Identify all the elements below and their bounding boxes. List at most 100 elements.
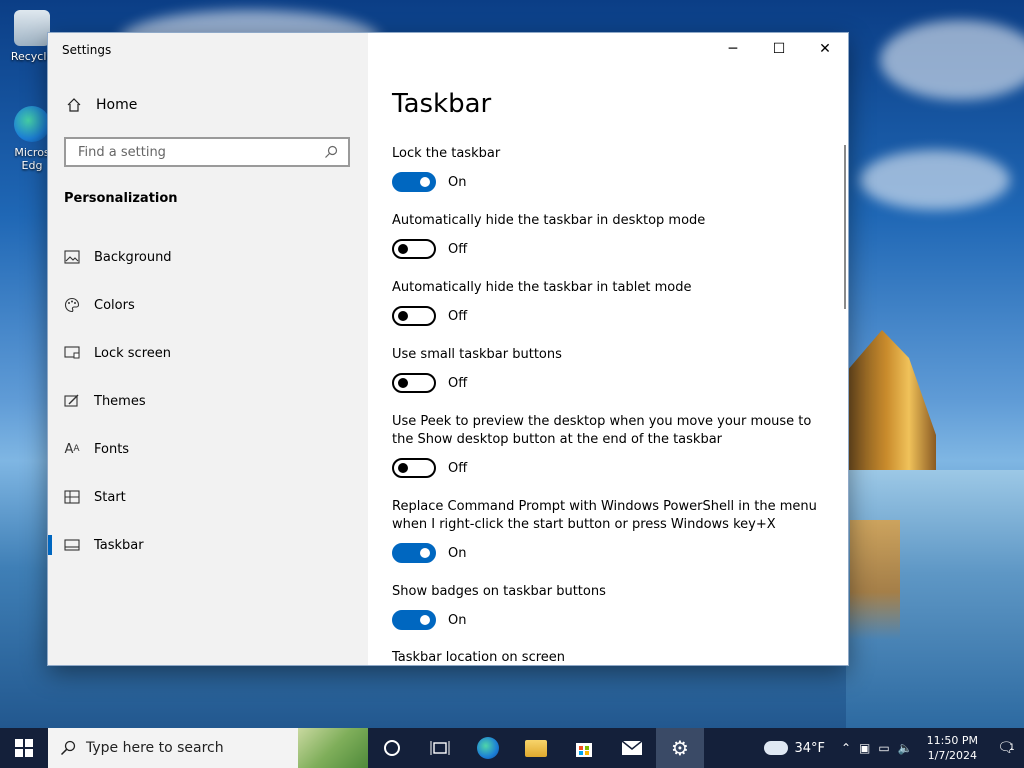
setting-badges: Show badges on taskbar buttons On (392, 583, 832, 630)
setting-label: Automatically hide the taskbar in deskto… (392, 213, 706, 228)
meet-now-icon[interactable]: ▣ (859, 741, 870, 755)
edge-taskbar-button[interactable] (464, 728, 512, 768)
setting-powershell: Replace Command Prompt with Windows Powe… (392, 498, 832, 563)
peek-toggle[interactable] (392, 458, 436, 478)
setting-label: Lock the taskbar (392, 146, 501, 161)
cloud-icon (764, 741, 789, 755)
sidebar-item-start[interactable]: Start (48, 473, 368, 521)
chevron-up-icon[interactable]: ⌃ (841, 741, 851, 755)
sidebar-item-background[interactable]: Background (48, 233, 368, 281)
desktop-icon-label: Micros Edg (14, 146, 50, 172)
volume-muted-icon[interactable]: 🔈 (898, 741, 913, 755)
task-view-button[interactable] (416, 728, 464, 768)
weather-widget[interactable]: 34°F (764, 741, 825, 756)
file-explorer-button[interactable] (512, 728, 560, 768)
picture-icon (64, 249, 80, 265)
taskbar-location-label: Taskbar location on screen (392, 650, 566, 665)
edge-icon (477, 737, 499, 759)
page-title: Taskbar (392, 89, 492, 119)
home-label: Home (96, 97, 138, 113)
clock-time: 11:50 PM (926, 734, 978, 747)
search-icon (60, 740, 76, 756)
cortana-icon (384, 740, 400, 756)
store-button[interactable] (560, 728, 608, 768)
settings-list: Lock the taskbar On Automatically hide t… (392, 145, 832, 665)
setting-peek: Use Peek to preview the desktop when you… (392, 413, 832, 478)
home-link[interactable]: Home (66, 97, 137, 113)
sidebar-item-themes[interactable]: Themes (48, 377, 368, 425)
mail-icon (621, 740, 643, 755)
powershell-toggle[interactable] (392, 543, 436, 563)
clock[interactable]: 11:50 PM 1/7/2024 (927, 733, 978, 763)
toggle-state: Off (448, 375, 468, 391)
windows-icon (15, 739, 33, 757)
cloud (860, 150, 1010, 210)
font-icon: AA (64, 441, 80, 457)
edge-icon (14, 106, 50, 142)
gear-icon: ⚙ (671, 736, 689, 760)
sidebar-item-label: Lock screen (94, 345, 171, 361)
sidebar: Settings Home Personalization Background (48, 33, 368, 665)
settings-taskbar-button[interactable]: ⚙ (656, 728, 704, 768)
sidebar-item-fonts[interactable]: AA Fonts (48, 425, 368, 473)
badges-toggle[interactable] (392, 610, 436, 630)
toggle-knob (420, 548, 430, 558)
sidebar-item-label: Taskbar (94, 537, 144, 553)
sidebar-item-lock-screen[interactable]: Lock screen (48, 329, 368, 377)
toggle-knob (398, 378, 408, 388)
sidebar-item-label: Background (94, 249, 172, 265)
start-button[interactable] (0, 728, 48, 768)
grid-icon (64, 489, 80, 505)
lock-taskbar-toggle[interactable] (392, 172, 436, 192)
setting-label: Use Peek to preview the desktop when you… (392, 414, 812, 447)
toggle-state: Off (448, 460, 468, 476)
find-setting-input[interactable] (76, 143, 320, 161)
minimize-button[interactable]: ─ (710, 33, 756, 65)
sidebar-item-colors[interactable]: Colors (48, 281, 368, 329)
maximize-button[interactable]: ☐ (756, 33, 802, 65)
toggle-knob (398, 463, 408, 473)
scrollbar-thumb[interactable] (844, 145, 846, 309)
rock (846, 330, 936, 470)
taskbar-search[interactable]: Type here to search (48, 728, 368, 768)
taskbar: Type here to search ⚙ 34°F ⌃ ▣ ▭ 🔈 11:50… (0, 728, 1024, 768)
setting-lock-taskbar: Lock the taskbar On (392, 145, 832, 192)
home-icon (67, 98, 81, 112)
setting-autohide-tablet: Automatically hide the taskbar in tablet… (392, 279, 832, 326)
autohide-tablet-toggle[interactable] (392, 306, 436, 326)
rock-reflection (850, 520, 900, 640)
close-button[interactable]: ✕ (802, 33, 848, 65)
palette-icon (64, 297, 80, 313)
cortana-button[interactable] (368, 728, 416, 768)
notification-count: 1 (1009, 743, 1015, 753)
toggle-state: Off (448, 241, 468, 257)
monitor-lock-icon (64, 345, 80, 361)
network-icon[interactable]: ▭ (878, 741, 889, 755)
sidebar-nav: Background Colors Lock screen Themes A A… (48, 233, 368, 569)
task-view-icon (430, 741, 450, 755)
small-buttons-toggle[interactable] (392, 373, 436, 393)
toggle-state: On (448, 545, 467, 561)
toggle-knob (398, 244, 408, 254)
window-title: Settings (62, 43, 112, 57)
search-icon[interactable] (324, 145, 338, 159)
brush-icon (64, 393, 80, 409)
setting-label: Replace Command Prompt with Windows Powe… (392, 499, 817, 532)
toggle-knob (398, 311, 408, 321)
window-controls: ─ ☐ ✕ (710, 33, 848, 65)
system-tray: 34°F ⌃ ▣ ▭ 🔈 11:50 PM 1/7/2024 🗨 1 (764, 728, 1024, 768)
sidebar-item-label: Start (94, 489, 126, 505)
search-highlight-art (298, 728, 368, 768)
setting-label: Use small taskbar buttons (392, 347, 562, 362)
notification-center-button[interactable]: 🗨 1 (988, 728, 1024, 768)
weather-temp: 34°F (794, 740, 825, 756)
toggle-state: Off (448, 308, 468, 324)
setting-small-buttons: Use small taskbar buttons Off (392, 346, 832, 393)
sidebar-item-label: Themes (94, 393, 146, 409)
toggle-state: On (448, 612, 467, 628)
content-pane: ─ ☐ ✕ Taskbar Lock the taskbar On Automa… (368, 33, 848, 665)
mail-button[interactable] (608, 728, 656, 768)
sidebar-item-taskbar[interactable]: Taskbar (48, 521, 368, 569)
autohide-desktop-toggle[interactable] (392, 239, 436, 259)
toggle-knob (420, 177, 430, 187)
